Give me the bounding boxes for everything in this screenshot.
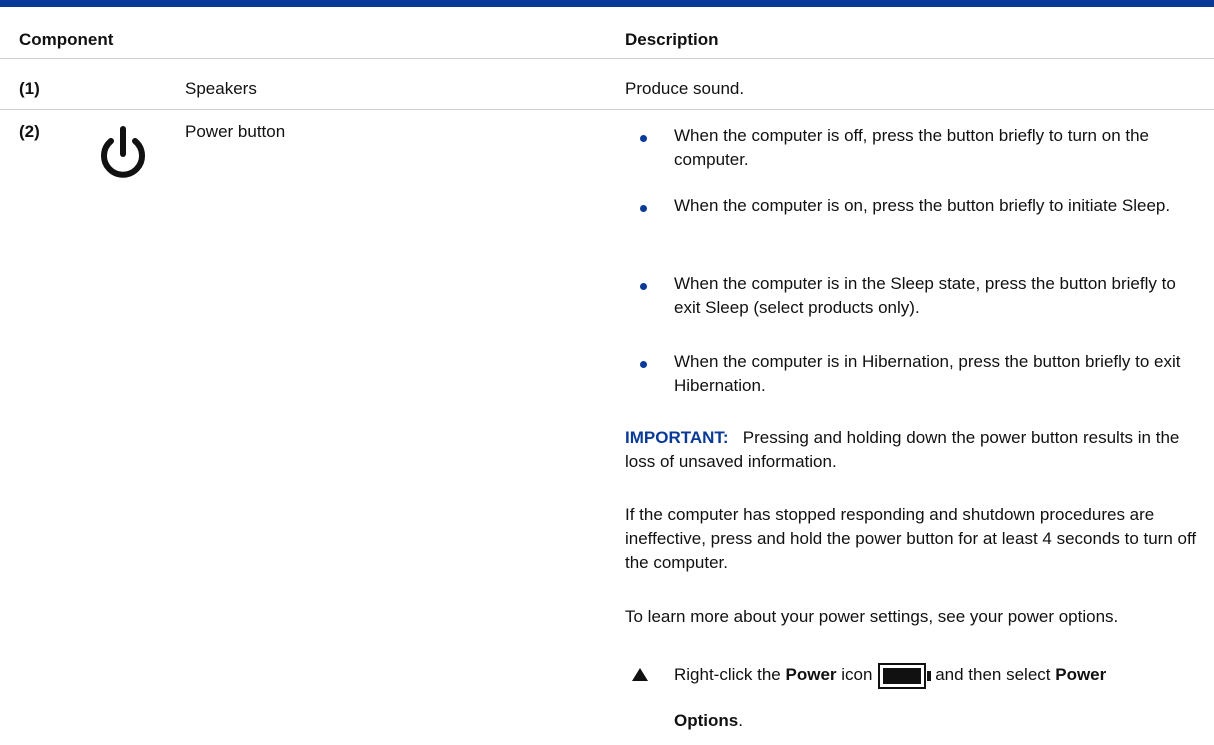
row-number: (1) [19,79,40,98]
shutdown-paragraph: If the computer has stopped responding a… [625,505,1197,572]
power-settings-paragraph: To learn more about your power settings,… [625,607,1119,626]
table-top-rule [0,0,1214,7]
component-name: Speakers [185,79,257,98]
bullet-text: When the computer is on, press the butto… [674,196,1171,215]
bullet-text: When the computer is in the Sleep state,… [674,274,1176,317]
step-instruction-continued: Options. [674,711,743,730]
important-label: IMPORTANT: [625,428,729,447]
header-component: Component [19,30,114,49]
important-note: IMPORTANT: Pressing and holding down the… [625,426,1185,474]
header-description: Description [625,30,719,49]
step-instruction: Right-click the Power icon and then sele… [674,661,1194,689]
row-divider [0,109,1214,110]
row-number: (2) [19,122,40,141]
bullet-icon [640,283,647,290]
battery-icon [878,662,932,689]
component-name: Power button [185,122,286,141]
bullet-text: When the computer is in Hibernation, pre… [674,352,1181,395]
table-header: Component Description [0,7,1214,59]
bullet-icon [640,205,647,212]
step-triangle-icon [632,668,648,681]
bullet-icon [640,135,647,142]
component-description: Produce sound. [625,79,745,98]
power-icon [92,125,154,192]
bullet-text: When the computer is off, press the butt… [674,126,1150,169]
bullet-icon [640,361,647,368]
